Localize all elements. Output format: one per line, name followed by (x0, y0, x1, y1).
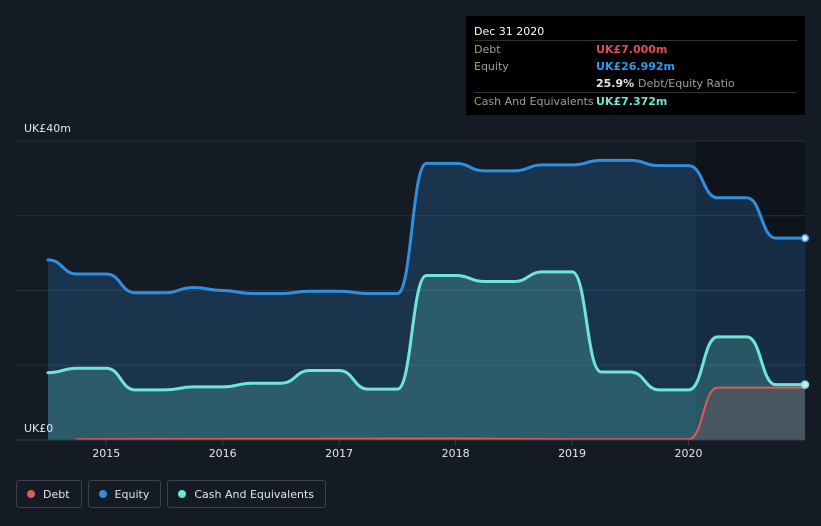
tooltip-row-debt: Debt UK£7.000m (474, 40, 797, 58)
legend-label: Equity (114, 487, 150, 501)
ratio-value: 25.9% (596, 77, 635, 90)
tooltip-value: 25.9% Debt/Equity Ratio (596, 75, 735, 92)
x-tick-label: 2019 (558, 447, 586, 460)
cash-and-equivalents-end-marker (800, 380, 810, 389)
legend-label: Cash And Equivalents (194, 487, 314, 501)
x-tick-label: 2018 (442, 447, 470, 460)
tooltip: Dec 31 2020 Debt UK£7.000m Equity UK£26.… (466, 16, 805, 115)
tooltip-date: Dec 31 2020 (474, 25, 545, 38)
tooltip-key: Equity (474, 60, 509, 73)
tooltip-row-ratio: 25.9% Debt/Equity Ratio (474, 75, 797, 92)
y-axis-zero-label: UK£0 (24, 422, 53, 435)
legend-item-cash[interactable]: Cash And Equivalents (167, 480, 326, 508)
debt-dot-icon (27, 490, 35, 498)
series-areas (48, 160, 806, 440)
x-tick-label: 2017 (325, 447, 353, 460)
legend: Debt Equity Cash And Equivalents (16, 480, 326, 508)
legend-label: Debt (43, 487, 70, 501)
x-axis-ticks: 2015 2016 2017 2018 2019 2020 (92, 440, 703, 460)
tooltip-row-equity: Equity UK£26.992m (474, 58, 797, 75)
x-tick-label: 2020 (675, 447, 703, 460)
x-tick-label: 2015 (92, 447, 120, 460)
tooltip-value: UK£26.992m (596, 60, 676, 73)
x-tick-label: 2016 (209, 447, 237, 460)
ratio-label: Debt/Equity Ratio (638, 77, 735, 90)
equity-end-marker (800, 233, 810, 243)
tooltip-row-cash: Cash And Equivalents UK£7.372m (474, 92, 797, 110)
equity-dot-icon (98, 490, 107, 498)
tooltip-key: Debt (474, 43, 501, 56)
legend-item-equity[interactable]: Equity (87, 480, 162, 508)
tooltip-value: UK£7.000m (596, 43, 668, 56)
tooltip-key: Cash And Equivalents (474, 95, 594, 108)
cash-dot-icon (178, 490, 187, 498)
tooltip-value: UK£7.372m (596, 95, 668, 108)
legend-item-debt[interactable]: Debt (16, 480, 82, 508)
y-axis-top-label: UK£40m (24, 122, 71, 135)
